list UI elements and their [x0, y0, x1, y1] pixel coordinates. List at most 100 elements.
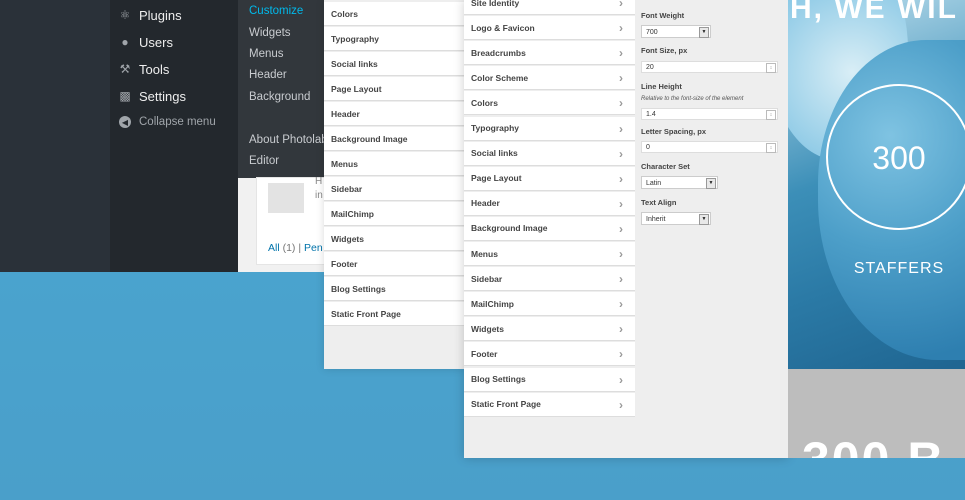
submenu-widgets[interactable]: Widgets: [249, 27, 291, 39]
chevron-right-icon: ›: [619, 272, 623, 287]
spinner-icon[interactable]: ↕: [766, 63, 776, 73]
font-weight-value: 700: [646, 29, 658, 36]
section-item[interactable]: Page Layout: [324, 77, 464, 101]
submenu-editor[interactable]: Editor: [249, 155, 279, 167]
menu-item-settings[interactable]: ▩ Settings: [118, 86, 186, 106]
admin-left-strip: [0, 0, 110, 272]
chevron-right-icon: ›: [619, 21, 623, 36]
menu-item-plugins[interactable]: ⚛ Plugins: [118, 5, 182, 25]
section-item[interactable]: Colors: [324, 2, 464, 26]
settings-icon: ▩: [119, 89, 131, 103]
section-item[interactable]: Blog Settings ›: [464, 367, 635, 392]
section-item-label: Site Identity: [471, 0, 520, 8]
section-item[interactable]: Background Image: [324, 127, 464, 151]
submenu-customize[interactable]: Customize: [249, 5, 303, 17]
section-item[interactable]: Typography: [324, 27, 464, 51]
user-icon: ●: [121, 35, 129, 49]
section-item[interactable]: Social links ›: [464, 141, 635, 166]
section-item-label: Header: [471, 198, 500, 209]
chevron-right-icon: ›: [619, 297, 623, 312]
filter-all-link[interactable]: All: [268, 242, 280, 254]
section-item[interactable]: Widgets ›: [464, 317, 635, 342]
submenu-background[interactable]: Background: [249, 91, 310, 103]
charset-select[interactable]: Latin ▼: [641, 176, 718, 189]
chevron-right-icon: ›: [619, 146, 623, 161]
collapse-menu-button[interactable]: ◀ Collapse menu: [118, 112, 216, 132]
wrench-icon: ⚒: [119, 62, 131, 76]
site-preview: H, WE WIL 300 STAFFERS: [788, 0, 965, 369]
section-item-label: Page Layout: [471, 173, 522, 184]
section-item-label: MailChimp: [471, 298, 514, 309]
section-item-label: Header: [331, 108, 360, 119]
section-item[interactable]: Typography ›: [464, 116, 635, 141]
truncated-text: in: [315, 190, 323, 201]
section-item[interactable]: Header: [324, 102, 464, 126]
section-item[interactable]: Color Scheme ›: [464, 66, 635, 91]
section-item-label: Static Front Page: [471, 399, 541, 410]
section-item-label: Widgets: [331, 233, 364, 244]
collapse-icon: ◀: [118, 115, 132, 129]
line-height-note: Relative to the font-size of the element: [641, 96, 744, 102]
section-item[interactable]: Header ›: [464, 191, 635, 216]
chevron-right-icon: ›: [619, 372, 623, 387]
section-item[interactable]: Logo & Favicon ›: [464, 16, 635, 41]
section-item-label: Widgets: [471, 323, 504, 334]
chevron-right-icon: ›: [619, 46, 623, 61]
section-item[interactable]: Page Layout ›: [464, 166, 635, 191]
charset-value: Latin: [646, 180, 662, 187]
section-item[interactable]: MailChimp ›: [464, 292, 635, 317]
stat-label: STAFFERS: [853, 260, 945, 277]
section-item[interactable]: Breadcrumbs ›: [464, 41, 635, 66]
section-item-label: Footer: [331, 258, 358, 269]
section-item-label: Sidebar: [471, 273, 503, 284]
font-size-label: Font Size, px: [641, 46, 688, 55]
chevron-right-icon: ›: [619, 322, 623, 337]
menu-item-users[interactable]: ● Users: [118, 32, 173, 52]
section-item-label: Blog Settings: [331, 283, 386, 294]
chevron-right-icon: ›: [619, 397, 623, 412]
section-item[interactable]: Footer: [324, 252, 464, 276]
section-item[interactable]: Static Front Page ›: [464, 392, 635, 417]
spinner-icon[interactable]: ↕: [766, 143, 776, 153]
chevron-right-icon: ›: [619, 247, 623, 261]
section-item[interactable]: Footer ›: [464, 342, 635, 367]
letter-spacing-input[interactable]: 0 ↕: [641, 141, 778, 153]
section-item[interactable]: Static Front Page: [324, 302, 464, 326]
letter-spacing-label: Letter Spacing, px: [641, 127, 707, 136]
section-item[interactable]: Menus ›: [464, 242, 635, 266]
section-item[interactable]: Sidebar: [324, 177, 464, 201]
menu-item-tools[interactable]: ⚒ Tools: [118, 59, 170, 79]
avatar: [268, 183, 304, 213]
submenu-header[interactable]: Header: [249, 69, 287, 81]
chevron-right-icon: ›: [619, 196, 623, 211]
filter-pending-link[interactable]: Pen: [304, 242, 323, 254]
submenu-menus[interactable]: Menus: [249, 48, 284, 60]
font-weight-select[interactable]: 700 ▼: [641, 25, 711, 38]
section-item[interactable]: MailChimp: [324, 202, 464, 226]
section-item[interactable]: Sidebar ›: [464, 267, 635, 292]
font-weight-label: Font Weight: [641, 11, 685, 20]
section-item-label: Colors: [471, 97, 498, 108]
section-item-label: Social links: [471, 148, 518, 159]
preview-section: 300 B: [788, 369, 965, 458]
section-item[interactable]: Social links: [324, 52, 464, 76]
chevron-right-icon: ›: [619, 121, 623, 136]
filter-links: All (1) | Pen: [268, 242, 323, 254]
line-height-input[interactable]: 1.4 ↕: [641, 108, 778, 120]
section-item[interactable]: Menus: [324, 152, 464, 176]
section-item[interactable]: Background Image ›: [464, 216, 635, 241]
chevron-down-icon: ▼: [699, 214, 709, 225]
section-item[interactable]: Blog Settings: [324, 277, 464, 301]
chevron-right-icon: ›: [619, 347, 623, 362]
section-item[interactable]: Colors ›: [464, 91, 635, 116]
submenu-about[interactable]: About Photolab: [249, 134, 328, 146]
section-item[interactable]: Widgets: [324, 227, 464, 251]
section-item-label: MailChimp: [331, 208, 374, 219]
spinner-icon[interactable]: ↕: [766, 110, 776, 120]
section-item[interactable]: Site Identity ›: [464, 0, 635, 15]
font-size-input[interactable]: 20 ↕: [641, 61, 778, 73]
text-align-select[interactable]: Inherit ▼: [641, 212, 711, 225]
section-item-label: Breadcrumbs: [471, 47, 526, 58]
section-item-label: Typography: [471, 123, 520, 133]
section-item-label: Colors: [331, 8, 358, 19]
